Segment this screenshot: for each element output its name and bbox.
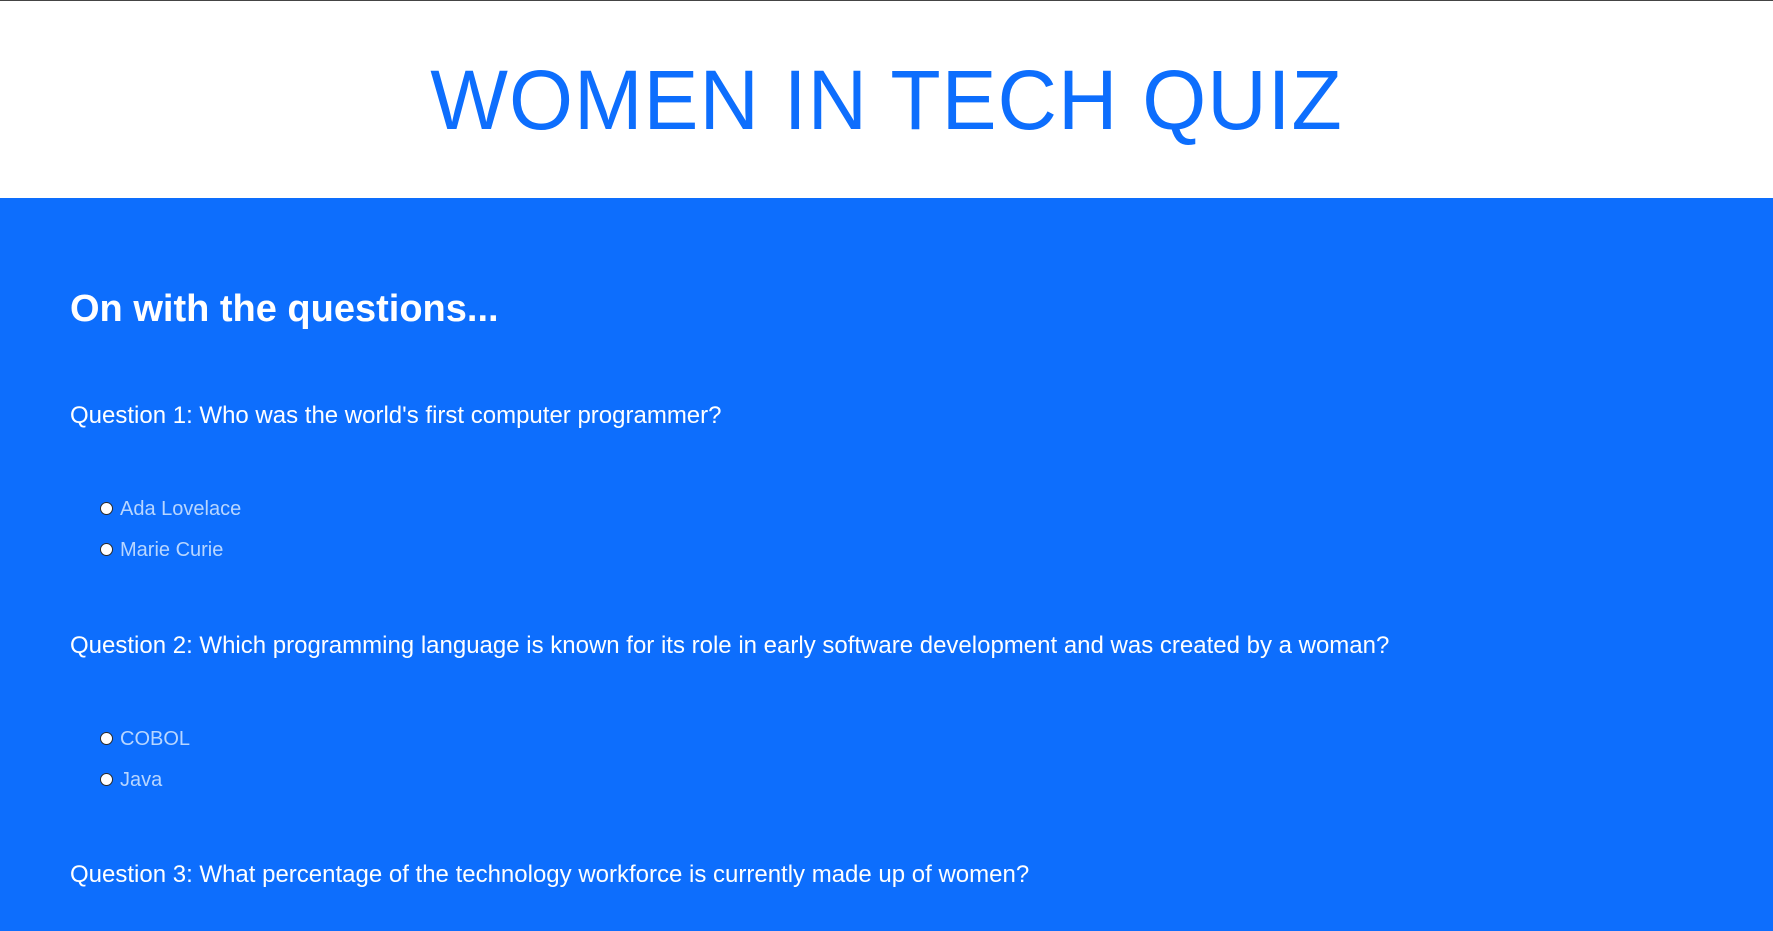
page-title: WOMEN IN TECH QUIZ <box>430 52 1343 147</box>
option-label: Ada Lovelace <box>120 498 242 520</box>
option-label: Marie Curie <box>120 539 224 561</box>
question-1-option-ada-lovelace[interactable]: Ada Lovelace <box>100 497 241 521</box>
radio-button[interactable] <box>100 542 113 556</box>
question-2-option-cobol[interactable]: COBOL <box>100 727 190 751</box>
radio-button[interactable] <box>100 772 113 786</box>
question-2: Question 2: Which programming language i… <box>70 632 1390 659</box>
question-1: Question 1: Who was the world's first co… <box>70 402 722 429</box>
quiz-content: On with the questions... Question 1: Who… <box>0 198 1773 931</box>
question-1-option-marie-curie[interactable]: Marie Curie <box>100 538 223 562</box>
option-label: Java <box>120 769 163 791</box>
question-2-option-java[interactable]: Java <box>100 768 162 792</box>
option-label: COBOL <box>120 728 191 750</box>
question-3: Question 3: What percentage of the techn… <box>70 861 1030 888</box>
section-heading: On with the questions... <box>70 288 499 330</box>
page-header: WOMEN IN TECH QUIZ <box>0 1 1773 198</box>
radio-button[interactable] <box>100 501 113 515</box>
radio-button[interactable] <box>100 731 113 745</box>
